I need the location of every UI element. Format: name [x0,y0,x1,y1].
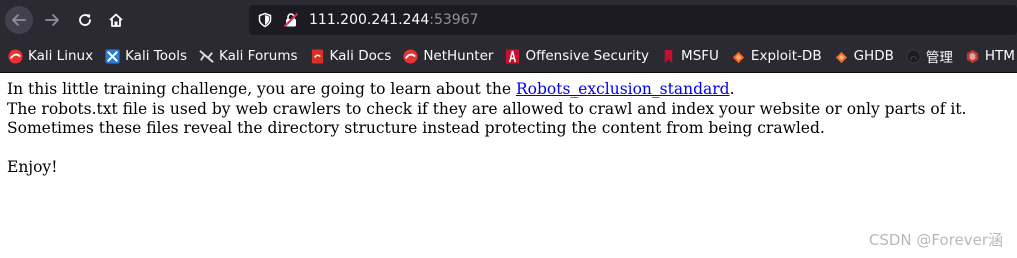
bookmark-ghdb[interactable]: GHDB [826,44,898,68]
intro-text: In this little training challenge, you a… [7,80,516,98]
bookmark-nethunter[interactable]: NetHunter [395,44,497,68]
home-button[interactable] [102,6,130,34]
directory-warning: Sometimes these files reveal the directo… [7,119,825,137]
arrow-right-icon [45,14,59,26]
kali-forums-icon [199,49,214,63]
kali-docs-icon [311,48,323,64]
bookmark-label: GHDB [853,48,894,64]
bookmark-exploit-db[interactable]: Exploit-DB [723,44,826,68]
bookmark-label: Exploit-DB [750,48,822,64]
forward-button[interactable] [38,6,66,34]
bookmark-admin[interactable]: 管理 [898,44,957,68]
bookmark-label: HTM [984,48,1015,64]
html-icon [966,49,978,63]
bookmark-label: Offensive Security [525,48,650,64]
address-bar[interactable]: 111.200.241.244:53967 [249,5,1017,35]
home-icon [109,13,123,27]
robots-description: The robots.txt file is used by web crawl… [7,99,967,118]
url-port: :53967 [429,12,479,28]
insecure-lock-icon[interactable] [283,12,299,28]
reload-icon [79,14,91,26]
github-icon [906,48,921,64]
msfu-icon [664,49,673,63]
reload-button[interactable] [71,6,99,34]
bookmark-label: NetHunter [423,48,494,64]
bookmark-label: 管理 [925,50,953,66]
exploit-db-icon [732,51,745,63]
bookmark-offensive-security[interactable]: Offensive Security [497,44,653,68]
bookmark-label: Kali Linux [28,48,94,64]
enjoy-text: Enjoy! [7,158,58,176]
kali-linux-icon [8,48,23,64]
bookmark-kali-linux[interactable]: Kali Linux [0,44,97,68]
bookmark-label: Kali Forums [219,48,298,64]
back-button[interactable] [5,6,33,34]
intro-period: . [729,80,735,98]
offsec-icon [506,48,520,64]
bookmark-kali-forums[interactable]: Kali Forums [191,44,302,68]
robots-exclusion-link[interactable]: Robots_exclusion_standard [516,80,730,98]
bookmark-html[interactable]: HTM [957,44,1017,68]
bookmark-kali-tools[interactable]: Kali Tools [97,44,191,68]
bookmark-label: MSFU [681,48,719,64]
url-host: 111.200.241.244 [309,12,430,28]
arrow-left-icon [12,14,26,26]
bookmark-label: Kali Tools [125,48,187,64]
bookmark-kali-docs[interactable]: Kali Docs [302,44,396,68]
nethunter-icon [403,48,418,64]
browser-toolbar: 111.200.241.244:53967 [0,0,1017,40]
url-text[interactable]: 111.200.241.244:53967 [309,11,479,29]
shield-icon[interactable] [257,12,273,28]
csdn-watermark: CSDN @Forever涵 [868,231,1003,249]
bookmark-msfu[interactable]: MSFU [653,44,723,68]
intro-line: In this little training challenge, you a… [7,80,1013,100]
bookmarks-toolbar: Kali Linux Kali Tools Kali Forums Kali D… [0,40,1017,73]
kali-tools-icon [105,48,120,64]
ghdb-icon [835,51,847,63]
bookmark-label: Kali Docs [329,48,392,64]
page-content: In this little training challenge, you a… [7,80,1013,178]
